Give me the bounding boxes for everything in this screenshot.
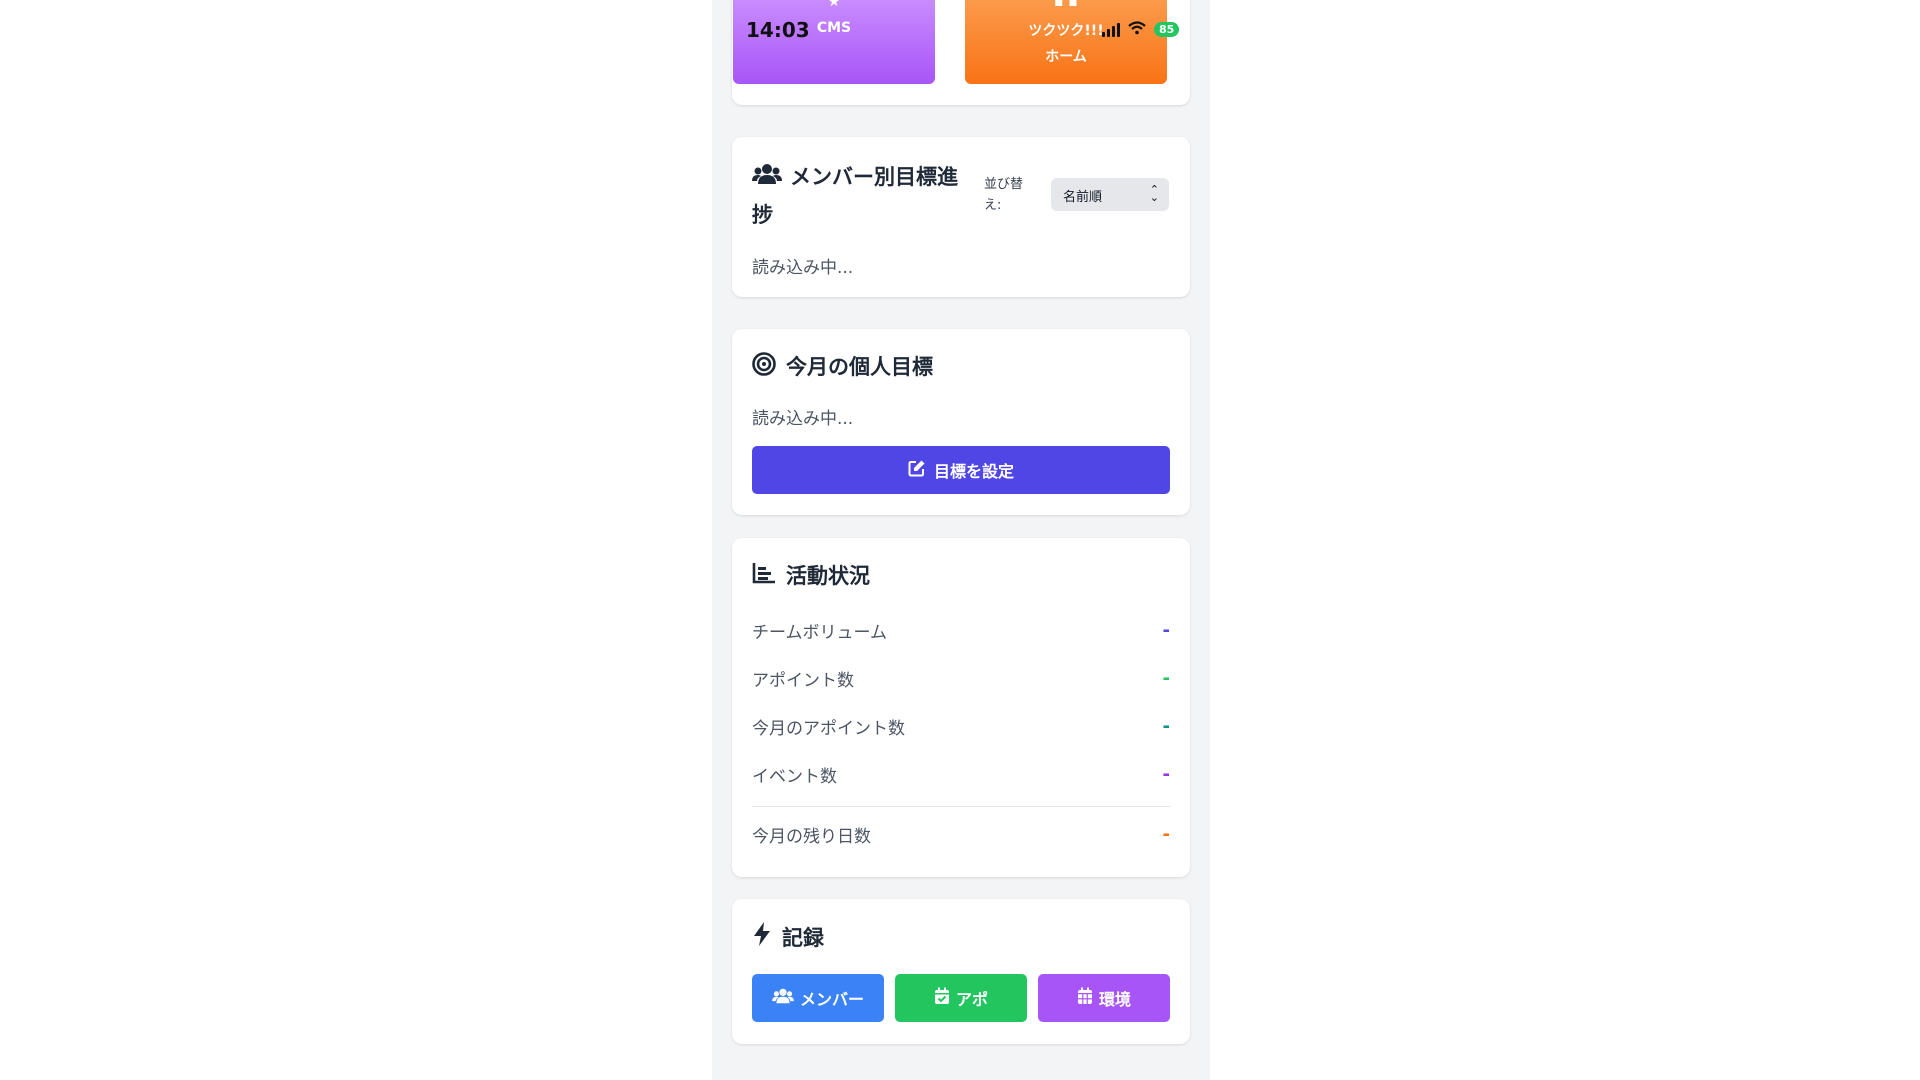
activity-title: 活動状況 (752, 560, 870, 590)
status-time: 14:03 (746, 18, 810, 42)
edit-icon (908, 459, 926, 481)
personal-goal-card: 今月の個人目標 読み込み中... 目標を設定 (732, 329, 1190, 515)
stat-value: - (1162, 667, 1170, 689)
record-member-label: メンバー (799, 990, 864, 1009)
set-goal-button[interactable]: 目標を設定 (752, 446, 1170, 494)
set-goal-button-label: 目標を設定 (933, 462, 1014, 481)
stat-value: - (1162, 763, 1170, 785)
stat-label: チームボリューム (752, 622, 887, 643)
signal-icon (1102, 22, 1120, 37)
activity-title-text: 活動状況 (786, 564, 870, 588)
divider (752, 806, 1170, 807)
sort-select[interactable]: 名前順 ⌃ ⌄ (1051, 178, 1169, 211)
record-title-text: 記録 (782, 925, 824, 950)
stat-label: イベント数 (752, 766, 837, 787)
record-environment-label: 環境 (1098, 990, 1131, 1009)
calendar-check-icon (934, 987, 950, 1009)
sort-select-value: 名前順 (1063, 190, 1103, 205)
target-icon (752, 351, 776, 381)
grid-icon: ▪ ▪ (1054, 0, 1078, 10)
home-tile[interactable]: ▪ ▪ ツクツク!!! ホーム (965, 0, 1167, 84)
users-icon (772, 988, 794, 1008)
record-appointment-button[interactable]: アポ (895, 974, 1027, 1022)
status-indicators: 85 (1102, 20, 1180, 39)
chevron-updown-icon: ⌃ ⌄ (1149, 183, 1159, 204)
star-icon: ★ (827, 0, 841, 10)
record-card: 記録 メンバー アポ 環境 (732, 899, 1190, 1044)
stat-row-monthly-appointments: 今月のアポイント数 - (752, 711, 1170, 741)
bar-chart-icon (752, 562, 776, 589)
stat-value: - (1162, 823, 1170, 845)
stat-row-remaining-days: 今月の残り日数 - (752, 819, 1170, 849)
stat-value: - (1162, 715, 1170, 737)
stat-label: 今月の残り日数 (752, 826, 871, 847)
member-progress-loading: 読み込み中... (752, 258, 854, 278)
app-screen: 14:03 85 ★ CMS ▪ ▪ ツクツク!!! ホーム メンバー別目標進捗… (712, 0, 1210, 1080)
sort-label: 並び替え: (984, 177, 1024, 213)
member-progress-card: メンバー別目標進捗 並び替え: 名前順 ⌃ ⌄ 読み込み中... (732, 137, 1190, 297)
stat-value: - (1162, 619, 1170, 641)
stat-label: アポイント数 (752, 670, 854, 691)
battery-badge: 85 (1154, 22, 1180, 37)
bolt-icon (752, 921, 772, 952)
record-appointment-label: アポ (955, 990, 988, 1009)
member-progress-title: メンバー別目標進捗 (752, 159, 972, 234)
calendar-icon (1077, 987, 1093, 1009)
personal-goal-title-text: 今月の個人目標 (786, 355, 933, 379)
wifi-icon (1128, 20, 1146, 39)
personal-goal-loading: 読み込み中... (752, 409, 854, 429)
activity-card: 活動状況 チームボリューム - アポイント数 - 今月のアポイント数 - イベン… (732, 538, 1190, 877)
users-icon (752, 160, 782, 197)
cms-tile[interactable]: ★ CMS (733, 0, 935, 84)
record-title: 記録 (752, 921, 824, 952)
stat-row-team-volume: チームボリューム - (752, 615, 1170, 645)
record-member-button[interactable]: メンバー (752, 974, 884, 1022)
stat-label: 今月のアポイント数 (752, 718, 905, 739)
stat-row-appointments: アポイント数 - (752, 663, 1170, 693)
personal-goal-title: 今月の個人目標 (752, 351, 933, 381)
record-environment-button[interactable]: 環境 (1038, 974, 1170, 1022)
member-progress-title-text: メンバー別目標進捗 (752, 165, 958, 227)
stat-row-events: イベント数 - (752, 759, 1170, 789)
home-tile-label-line2: ホーム (1045, 49, 1087, 65)
